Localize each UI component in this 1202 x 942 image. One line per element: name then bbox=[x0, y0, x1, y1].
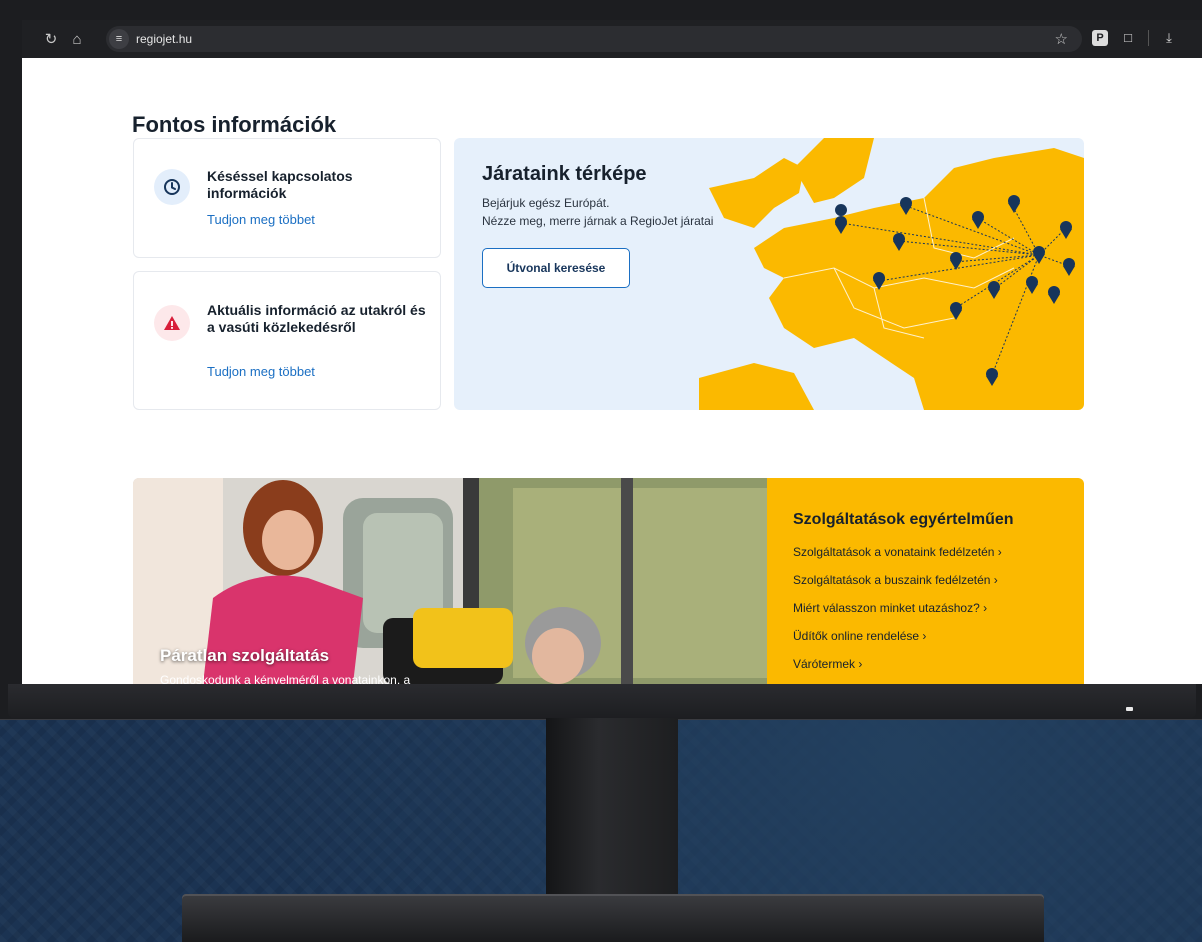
monitor-stand-base bbox=[182, 894, 1044, 942]
reload-icon[interactable]: ↻ bbox=[38, 30, 64, 48]
site-settings-icon[interactable]: ≡ bbox=[109, 29, 129, 49]
route-map-card: Járataink térképe Bejárjuk egész Európát… bbox=[454, 138, 1084, 410]
toolbar-divider bbox=[1148, 30, 1149, 46]
photo-title: Páratlan szolgáltatás bbox=[160, 646, 330, 665]
waiting-rooms-link[interactable]: Várótermek › bbox=[793, 657, 862, 671]
services-panel: Szolgáltatások egyértelműen Szolgáltatás… bbox=[767, 478, 1084, 684]
bookmark-star-icon[interactable]: ☆ bbox=[1055, 30, 1068, 48]
learn-more-link[interactable]: Tudjon meg többet bbox=[207, 364, 315, 379]
address-bar[interactable]: ≡ regiojet.hu ☆ bbox=[106, 26, 1082, 52]
monitor-stand-neck bbox=[546, 718, 678, 898]
extension-area: P □ ⤓ bbox=[1092, 30, 1177, 46]
clock-icon bbox=[154, 169, 190, 205]
delay-info-card[interactable]: Késéssel kapcsolatos információk Tudjon … bbox=[133, 138, 441, 258]
services-train-link[interactable]: Szolgáltatások a vonataink fedélzetén › bbox=[793, 545, 1002, 559]
why-choose-us-link[interactable]: Miért válasszon minket utazáshoz? › bbox=[793, 601, 987, 615]
browser-toolbar: ↻ ⌂ ≡ regiojet.hu ☆ P □ ⤓ bbox=[22, 20, 1202, 58]
monitor-bezel bbox=[8, 684, 1196, 718]
train-interior-photo: Páratlan szolgáltatás Gondoskodunk a kén… bbox=[133, 478, 767, 684]
map-description-line1: Bejárjuk egész Európát. bbox=[482, 196, 610, 210]
web-page: Fontos információk Késéssel kapcsolatos … bbox=[22, 58, 1202, 684]
puzzle-icon[interactable]: □ bbox=[1120, 30, 1136, 46]
home-icon[interactable]: ⌂ bbox=[64, 31, 90, 48]
route-search-button[interactable]: Útvonal keresése bbox=[482, 248, 630, 288]
card-title: Késéssel kapcsolatos információk bbox=[207, 168, 353, 201]
download-icon[interactable]: ⤓ bbox=[1161, 30, 1177, 46]
page-title: Fontos információk bbox=[132, 112, 337, 137]
map-description-line2: Nézze meg, merre járnak a RegioJet járat… bbox=[482, 214, 714, 228]
photo-subtitle: Gondoskodunk a kényelméről a vonatainkon… bbox=[160, 673, 411, 684]
power-indicator bbox=[1126, 707, 1133, 711]
url-text: regiojet.hu bbox=[136, 32, 193, 46]
screen: ↻ ⌂ ≡ regiojet.hu ☆ P □ ⤓ Fontos informá… bbox=[22, 20, 1202, 684]
warning-icon bbox=[154, 305, 190, 341]
extension-box-icon[interactable]: P bbox=[1092, 30, 1108, 46]
card-title: Aktuális információ az utakról és a vasú… bbox=[207, 302, 426, 335]
learn-more-link[interactable]: Tudjon meg többet bbox=[207, 212, 315, 227]
traffic-info-card[interactable]: Aktuális információ az utakról és a vasú… bbox=[133, 271, 441, 410]
order-drinks-link[interactable]: Üdítők online rendelése › bbox=[793, 629, 926, 643]
map-title: Járataink térképe bbox=[482, 163, 647, 185]
services-title: Szolgáltatások egyértelműen bbox=[793, 511, 1014, 528]
services-bus-link[interactable]: Szolgáltatások a buszaink fedélzetén › bbox=[793, 573, 998, 587]
services-promo: Páratlan szolgáltatás Gondoskodunk a kén… bbox=[133, 478, 1084, 684]
